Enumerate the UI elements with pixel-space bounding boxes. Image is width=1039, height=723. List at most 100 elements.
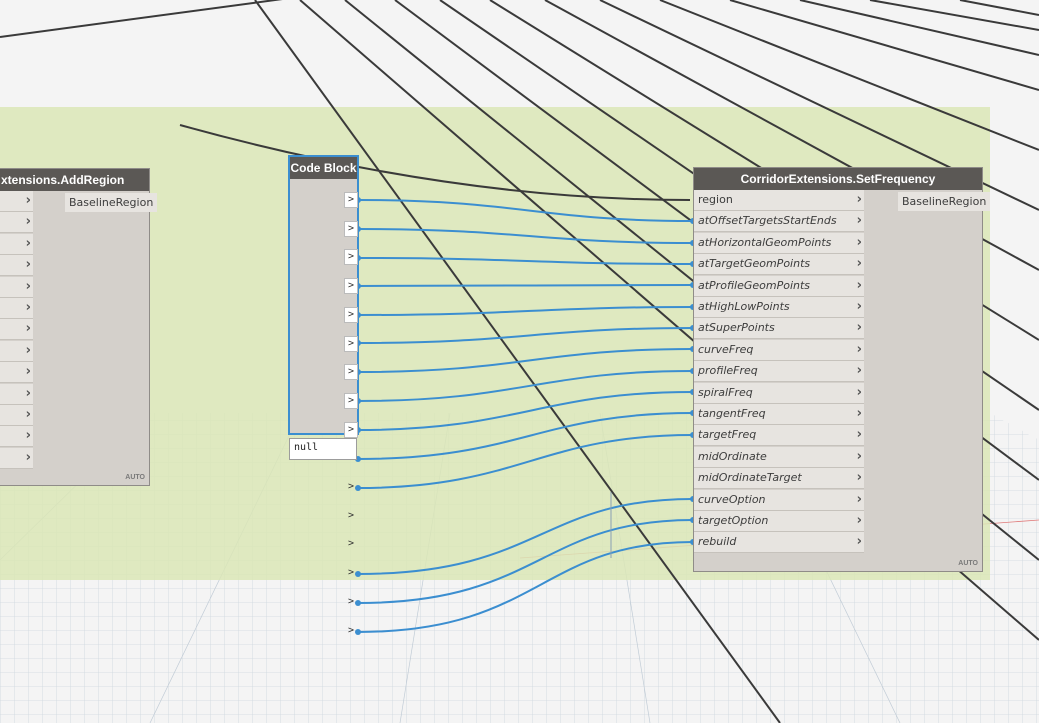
port-chevron-icon: › — [856, 213, 862, 229]
input-port[interactable]: › — [0, 191, 33, 212]
port-chevron-icon: › — [25, 364, 31, 380]
port-chevron-icon: › — [25, 342, 31, 358]
code-block-output-port[interactable]: > — [344, 335, 358, 352]
code-block-output-port[interactable]: > — [344, 594, 358, 610]
input-port[interactable]: › — [0, 298, 33, 319]
code-block-output-port[interactable]: > — [344, 508, 358, 524]
node-title: CorridorExtensions.SetFrequency — [694, 168, 982, 190]
output-port-label[interactable]: BaselineRegion — [65, 193, 158, 212]
input-port-label: targetFreq — [698, 428, 757, 442]
port-chevron-icon: › — [856, 513, 862, 528]
input-port[interactable]: › — [0, 362, 33, 384]
input-port-label: spiralFreq — [698, 385, 753, 399]
input-port-label: atHighLowPoints — [698, 300, 790, 313]
input-port-profileFreq[interactable]: profileFreq › — [694, 361, 864, 383]
code-block-output-port[interactable]: > — [344, 421, 358, 438]
port-chevron-icon: › — [25, 300, 31, 315]
port-chevron-icon: › — [856, 320, 862, 336]
set-frequency-node[interactable]: CorridorExtensions.SetFrequency region › a… — [693, 167, 991, 572]
port-chevron-icon: › — [856, 341, 862, 357]
input-port-label: curveFreq — [698, 342, 754, 356]
input-port-midOrdinateTarget[interactable]: midOrdinateTarget › — [694, 468, 864, 490]
code-block-output-port[interactable]: > — [344, 479, 358, 495]
input-port-atHorizontalGeomPoints[interactable]: atHorizontalGeomPoints › — [694, 232, 864, 254]
port-chevron-icon: › — [25, 407, 31, 422]
input-port[interactable]: › — [0, 383, 33, 405]
code-block-output-port[interactable]: > — [344, 306, 358, 323]
input-port-label: rebuild — [698, 535, 737, 549]
input-port-label: atHorizontalGeomPoints — [698, 235, 832, 249]
input-port-midOrdinate[interactable]: midOrdinate › — [694, 446, 864, 468]
input-port-label: curveOption — [698, 492, 766, 506]
input-port-label: tangentFreq — [698, 407, 766, 420]
port-chevron-icon: › — [25, 278, 31, 294]
input-port[interactable]: › — [0, 340, 33, 362]
input-port-label: profileFreq — [698, 364, 758, 378]
code-block-output-port[interactable]: > — [344, 192, 358, 208]
port-chevron-icon: › — [856, 384, 862, 400]
port-chevron-icon: › — [25, 214, 31, 230]
code-block-output-port[interactable]: > — [344, 364, 358, 381]
input-port-targetOption[interactable]: targetOption › — [694, 511, 864, 532]
port-chevron-icon: › — [25, 193, 31, 208]
port-chevron-icon: › — [856, 299, 862, 314]
input-port-label: targetOption — [698, 514, 769, 527]
port-chevron-icon: › — [856, 470, 862, 486]
input-port-atTargetGeomPoints[interactable]: atTargetGeomPoints › — [694, 254, 864, 276]
input-port-label: atTargetGeomPoints — [698, 257, 811, 271]
port-chevron-icon: › — [856, 256, 862, 272]
port-chevron-icon: › — [25, 385, 31, 401]
input-port-curveFreq[interactable]: curveFreq › — [694, 339, 864, 361]
code-block-output-port[interactable]: > — [344, 536, 358, 552]
node-title: xtensions.AddRegion — [0, 169, 149, 191]
add-region-node[interactable]: xtensions.AddRegion › › › › › › › › › › › › › Baseli… — [0, 168, 158, 486]
port-chevron-icon: › — [856, 192, 862, 207]
input-port[interactable]: › — [0, 319, 33, 341]
preview-bubble[interactable]: null — [289, 438, 357, 460]
input-port[interactable]: › — [0, 255, 33, 277]
input-port[interactable]: › — [0, 447, 33, 469]
input-port-rebuild[interactable]: rebuild › — [694, 532, 864, 554]
code-block-output-port[interactable]: > — [344, 392, 358, 409]
port-chevron-icon: › — [25, 235, 31, 251]
lacing-label: AUTO — [958, 560, 978, 567]
input-port[interactable]: › — [0, 405, 33, 426]
input-port[interactable]: › — [0, 276, 33, 298]
node-title: Code Block — [290, 157, 357, 179]
input-port[interactable]: › — [0, 212, 33, 234]
input-port-atSuperPoints[interactable]: atSuperPoints › — [694, 318, 864, 340]
input-port-region[interactable]: region › — [694, 190, 864, 211]
input-port-label: midOrdinate — [698, 449, 767, 463]
input-port-label: region — [698, 193, 733, 206]
input-port-label: midOrdinateTarget — [698, 471, 802, 485]
input-port-targetFreq[interactable]: targetFreq › — [694, 425, 864, 447]
code-block-output-port[interactable]: > — [344, 220, 358, 237]
input-port[interactable]: › — [0, 426, 33, 448]
input-port-atProfileGeomPoints[interactable]: atProfileGeomPoints › — [694, 275, 864, 297]
port-chevron-icon: › — [856, 534, 862, 550]
input-port-spiralFreq[interactable]: spiralFreq › — [694, 382, 864, 404]
input-port-label: atSuperPoints — [698, 321, 775, 335]
port-chevron-icon: › — [856, 406, 862, 421]
input-port-label: atProfileGeomPoints — [698, 278, 811, 292]
input-port-tangentFreq[interactable]: tangentFreq › — [694, 404, 864, 425]
port-chevron-icon: › — [25, 321, 31, 337]
code-block-output-port[interactable]: > — [344, 565, 358, 581]
port-chevron-icon: › — [25, 428, 31, 444]
lacing-label: AUTO — [125, 474, 145, 481]
input-port-atOffsetTargetsStartEnds[interactable]: atOffsetTargetsStartEnds › — [694, 211, 864, 233]
port-chevron-icon: › — [856, 448, 862, 464]
port-chevron-icon: › — [856, 491, 862, 507]
port-chevron-icon: › — [25, 449, 31, 465]
port-chevron-icon: › — [856, 363, 862, 379]
input-port-curveOption[interactable]: curveOption › — [694, 489, 864, 511]
code-block-output-port[interactable]: > — [344, 623, 358, 639]
code-block-output-port[interactable]: > — [344, 249, 358, 266]
output-port-label[interactable]: BaselineRegion — [898, 192, 991, 211]
input-port-atHighLowPoints[interactable]: atHighLowPoints › — [694, 297, 864, 318]
input-port-label: atOffsetTargetsStartEnds — [698, 214, 837, 228]
code-block-output-port[interactable]: > — [344, 278, 358, 295]
port-chevron-icon: › — [25, 257, 31, 273]
input-port[interactable]: › — [0, 233, 33, 255]
port-chevron-icon: › — [856, 277, 862, 293]
